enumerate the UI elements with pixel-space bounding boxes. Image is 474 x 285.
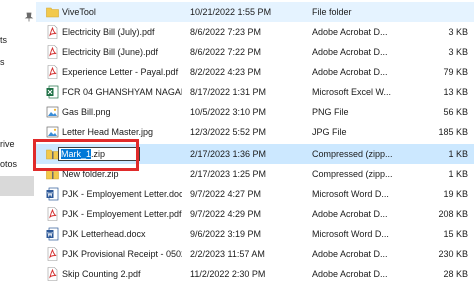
pdf-icon	[46, 45, 59, 59]
file-date: 8/17/2022 1:31 PM	[190, 87, 267, 97]
nav-item-selected[interactable]	[0, 176, 34, 196]
file-type: Adobe Acrobat D...	[312, 209, 388, 219]
file-size: 13 KB	[443, 87, 468, 97]
file-date: 11/2/2022 2:30 PM	[190, 269, 266, 279]
file-type: Microsoft Word D...	[312, 229, 389, 239]
file-type: Microsoft Word D...	[312, 189, 389, 199]
image-icon	[46, 125, 59, 139]
word-icon	[46, 227, 59, 241]
file-date: 8/6/2022 7:22 PM	[190, 47, 262, 57]
file-date: 9/6/2022 3:19 PM	[190, 229, 262, 239]
file-row[interactable]: PJK Provisional Receipt - 0502.pdf 2/2/2…	[36, 244, 474, 264]
file-name: Electricity Bill (July).pdf	[62, 27, 155, 37]
file-date: 9/7/2022 4:29 PM	[190, 209, 262, 219]
file-size: 3 KB	[448, 27, 468, 37]
file-row[interactable]: PJK - Employement Letter.pdf 9/7/2022 4:…	[36, 204, 474, 224]
nav-item-drive[interactable]: rive	[0, 134, 34, 154]
file-date: 8/2/2022 4:23 PM	[190, 67, 262, 77]
rename-highlight-box	[33, 139, 139, 171]
nav-item-1[interactable]: ts	[0, 30, 34, 50]
file-type: File folder	[312, 7, 352, 17]
file-name: Gas Bill.png	[62, 107, 111, 117]
file-type: PNG File	[312, 107, 349, 117]
pdf-icon	[46, 207, 59, 221]
file-type: Adobe Acrobat D...	[312, 269, 388, 279]
file-size: 230 KB	[438, 249, 468, 259]
file-date: 12/3/2022 5:52 PM	[190, 127, 267, 137]
file-date: 9/7/2022 4:27 PM	[190, 189, 262, 199]
file-name: Experience Letter - Payal.pdf	[62, 67, 179, 77]
pdf-icon	[46, 247, 59, 261]
file-name: FCR 04 GHANSHYAM NAGAR 22-23 .xlsx	[62, 87, 182, 97]
file-name: PJK Letterhead.docx	[62, 229, 146, 239]
file-size: 79 KB	[443, 67, 468, 77]
file-size: 56 KB	[443, 107, 468, 117]
file-size: 3 KB	[448, 47, 468, 57]
file-size: 208 KB	[438, 209, 468, 219]
pdf-icon	[46, 267, 59, 281]
file-type: Microsoft Excel W...	[312, 87, 392, 97]
file-type: Adobe Acrobat D...	[312, 67, 388, 77]
file-row[interactable]: Experience Letter - Payal.pdf 8/2/2022 4…	[36, 62, 474, 82]
nav-item-2[interactable]: s	[0, 52, 34, 72]
file-name: ViveTool	[62, 7, 96, 17]
file-type: JPG File	[312, 127, 347, 137]
file-size: 19 KB	[443, 189, 468, 199]
file-name: PJK - Employement Letter.docx	[62, 189, 182, 199]
file-row[interactable]: ViveTool 10/21/2022 1:55 PM File folder	[36, 2, 474, 22]
file-size: 185 KB	[438, 127, 468, 137]
file-name: PJK - Employement Letter.pdf	[62, 209, 182, 219]
file-row[interactable]: Skip Counting 2.pdf 11/2/2022 2:30 PM Ad…	[36, 264, 474, 284]
file-date: 2/2/2023 11:57 AM	[190, 249, 265, 259]
file-size: 1 KB	[448, 169, 468, 179]
file-type: Adobe Acrobat D...	[312, 249, 388, 259]
file-size: 1 KB	[448, 149, 468, 159]
navigation-pane: ts s rive otos	[0, 0, 34, 285]
file-row[interactable]: PJK - Employement Letter.docx 9/7/2022 4…	[36, 184, 474, 204]
file-date: 10/21/2022 1:55 PM	[190, 7, 272, 17]
file-type: Adobe Acrobat D...	[312, 47, 388, 57]
pdf-icon	[46, 25, 59, 39]
file-row[interactable]: PJK Letterhead.docx 9/6/2022 3:19 PM Mic…	[36, 224, 474, 244]
pin-icon[interactable]	[24, 12, 34, 22]
file-size: 28 KB	[443, 269, 468, 279]
excel-icon	[46, 85, 59, 99]
file-name: Skip Counting 2.pdf	[62, 269, 141, 279]
file-row[interactable]: Electricity Bill (July).pdf 8/6/2022 7:2…	[36, 22, 474, 42]
file-type: Compressed (zipp...	[312, 169, 393, 179]
folder-icon	[46, 5, 59, 19]
file-name: Electricity Bill (June).pdf	[62, 47, 159, 57]
file-date: 2/17/2023 1:25 PM	[190, 169, 267, 179]
file-name: PJK Provisional Receipt - 0502.pdf	[62, 249, 182, 259]
file-type: Adobe Acrobat D...	[312, 27, 388, 37]
file-row[interactable]: FCR 04 GHANSHYAM NAGAR 22-23 .xlsx 8/17/…	[36, 82, 474, 102]
nav-item-photos[interactable]: otos	[0, 154, 34, 174]
file-type: Compressed (zipp...	[312, 149, 393, 159]
pdf-icon	[46, 65, 59, 79]
file-date: 2/17/2023 1:36 PM	[190, 149, 267, 159]
file-size: 15 KB	[443, 229, 468, 239]
file-date: 8/6/2022 7:23 PM	[190, 27, 262, 37]
file-row[interactable]: Gas Bill.png 10/5/2022 3:10 PM PNG File …	[36, 102, 474, 122]
word-icon	[46, 187, 59, 201]
file-date: 10/5/2022 3:10 PM	[190, 107, 267, 117]
file-row[interactable]: Electricity Bill (June).pdf 8/6/2022 7:2…	[36, 42, 474, 62]
image-icon	[46, 105, 59, 119]
file-size	[410, 2, 468, 22]
